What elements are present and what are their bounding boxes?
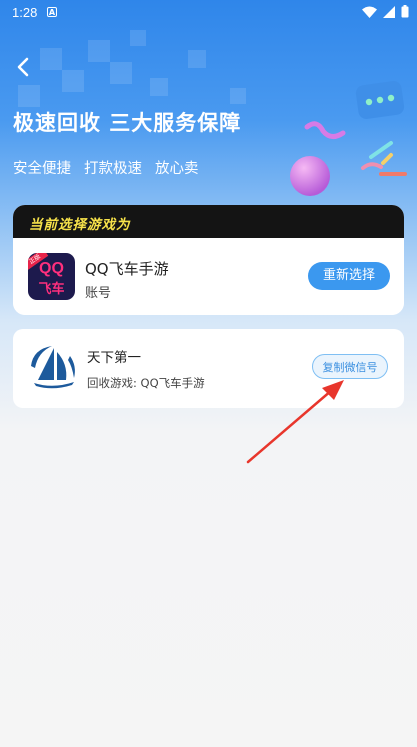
service-tag: 安全便捷 [13,161,71,177]
back-arrow-icon[interactable] [12,55,36,79]
game-icon: QQ 飞车 正版 [28,253,75,300]
selected-game-row: QQ 飞车 正版 QQ飞车手游 账号 重新选择 [13,238,404,315]
notification-icon: A [47,7,57,17]
reselect-button[interactable]: 重新选择 [308,262,390,290]
account-name: 天下第一 [87,350,141,366]
game-type: 账号 [85,286,112,301]
sailboat-logo-icon [31,346,75,389]
wifi-icon [362,6,377,18]
game-icon-text: 飞车 [38,282,65,297]
recycle-game-label: 回收游戏: QQ飞车手游 [87,376,205,390]
status-bar: 1:28 A [0,0,417,26]
copy-wechat-button[interactable]: 复制微信号 [312,354,388,379]
section-label: 当前选择游戏为 [29,217,131,233]
battery-icon [401,5,409,18]
section-header: 当前选择游戏为 [13,205,404,238]
game-name: QQ飞车手游 [85,260,169,278]
decorative-illustration [290,80,407,196]
account-card: 天下第一 回收游戏: QQ飞车手游 复制微信号 [13,329,404,408]
service-tags: 安全便捷 打款极速 放心卖 [13,157,199,178]
selected-game-card: 当前选择游戏为 QQ 飞车 正版 QQ飞车手游 账号 重新选择 [13,205,404,315]
service-tag: 打款极速 [84,161,142,177]
service-tag: 放心卖 [155,161,199,177]
status-time: 1:28 [12,5,38,20]
page-title: 极速回收 三大服务保障 [13,111,242,135]
chat-bubble-icon [355,80,405,120]
signal-icon [383,5,395,18]
